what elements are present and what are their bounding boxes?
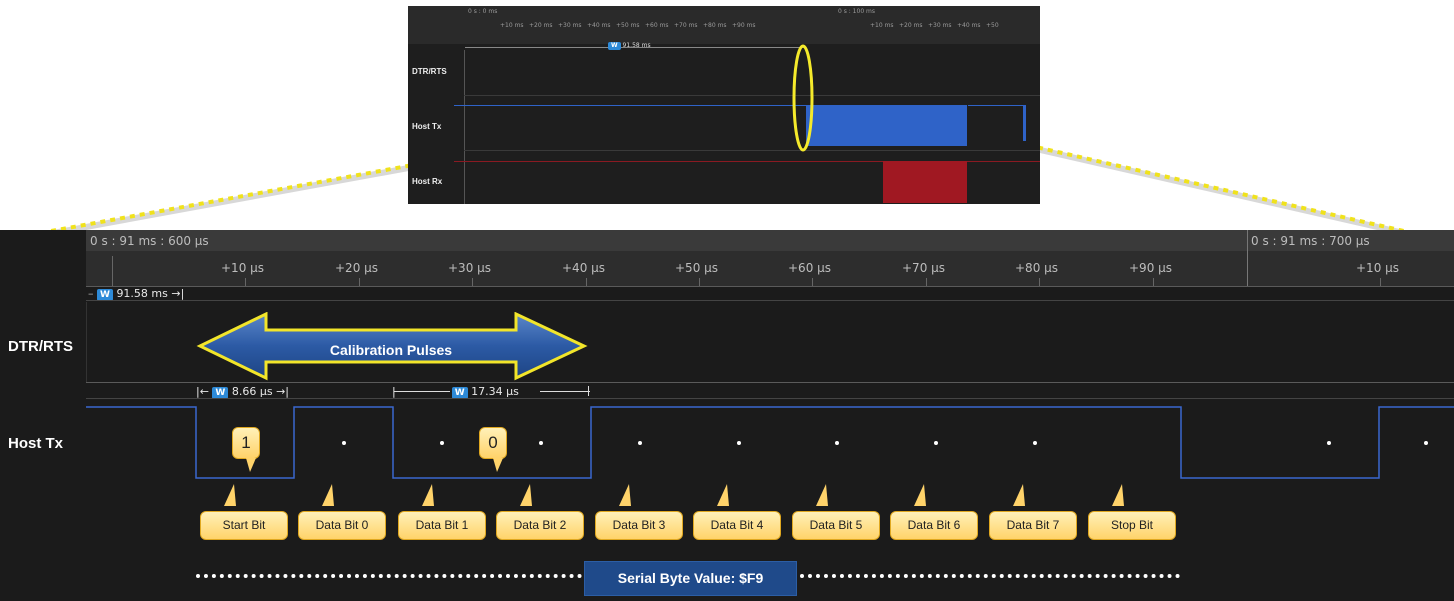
- byte-span-left: [196, 574, 582, 584]
- overview-tick-label: +30 ms: [558, 22, 582, 29]
- overview-tick-label: +10 ms: [500, 22, 524, 29]
- bit-label-callout: Data Bit 1: [398, 511, 486, 540]
- callout-pointer: [914, 484, 926, 506]
- bit-label-callout: Start Bit: [200, 511, 288, 540]
- overview-tick-label: +90 ms: [732, 22, 756, 29]
- overview-rx-burst: [883, 161, 967, 203]
- overview-tick-label: +40 ms: [587, 22, 611, 29]
- bit-label-callout: Data Bit 4: [693, 511, 781, 540]
- overview-tick-label: +70 ms: [674, 22, 698, 29]
- overview-tick-label: +30 ms: [928, 22, 952, 29]
- callout-pointer: [224, 484, 236, 506]
- bit-label-callout: Data Bit 5: [792, 511, 880, 540]
- callout-pointer: [1013, 484, 1025, 506]
- bit-label-callout: Data Bit 7: [989, 511, 1077, 540]
- sample-dot: [1033, 441, 1037, 445]
- overview-channel-dtr[interactable]: DTR/RTS: [412, 67, 447, 76]
- sample-dot: [638, 441, 642, 445]
- overview-tx-pulse: [1023, 105, 1026, 141]
- overview-time-right: 0 s : 100 ms: [838, 8, 876, 15]
- sample-dot: [1327, 441, 1331, 445]
- sample-dot: [440, 441, 444, 445]
- overview-tx-burst: [806, 105, 967, 146]
- w-badge: W: [608, 42, 621, 50]
- byte-value-label: Serial Byte Value: $F9: [584, 561, 797, 596]
- zoom-highlight-ellipse: [792, 44, 814, 152]
- overview-tx-idle: [968, 105, 1023, 106]
- overview-tick-label: +50: [986, 22, 999, 29]
- sample-dot: [737, 441, 741, 445]
- sample-dot: [934, 441, 938, 445]
- overview-measure-value: 91.58 ms: [622, 42, 651, 49]
- callout-pointer: [816, 484, 828, 506]
- callout-pointer: [619, 484, 631, 506]
- sample-dot: [1424, 441, 1428, 445]
- overview-tx-idle: [454, 105, 810, 106]
- overview-tick-label: +10 ms: [870, 22, 894, 29]
- callout-pointer: [493, 458, 503, 472]
- callout-pointer: [246, 458, 256, 472]
- zoomed-panel: 0 s : 91 ms : 600 μs 0 s : 91 ms : 700 μ…: [0, 230, 1454, 601]
- overview-tick-label: +40 ms: [957, 22, 981, 29]
- bit-value-callout: 1: [232, 427, 260, 459]
- overview-row-sep: [464, 150, 1040, 151]
- callout-pointer: [520, 484, 532, 506]
- bit-label-callout: Data Bit 2: [496, 511, 584, 540]
- bit-value-callout: 0: [479, 427, 507, 459]
- bit-label-callout: Data Bit 3: [595, 511, 683, 540]
- overview-channel-tx[interactable]: Host Tx: [412, 122, 441, 131]
- host-tx-waveform: [86, 406, 1454, 479]
- sample-dot: [835, 441, 839, 445]
- overview-tick-label: +80 ms: [703, 22, 727, 29]
- overview-tick-label: +20 ms: [899, 22, 923, 29]
- overview-row-sep: [464, 95, 1040, 96]
- overview-measure[interactable]: W 91.58 ms: [608, 42, 651, 50]
- callout-pointer: [1112, 484, 1124, 506]
- overview-channel-rx[interactable]: Host Rx: [412, 177, 442, 186]
- overview-panel: 0 s : 0 ms 0 s : 100 ms +10 ms +20 ms +30 …: [408, 6, 1040, 204]
- bit-label-callout: Stop Bit: [1088, 511, 1176, 540]
- overview-tick-label: +50 ms: [616, 22, 640, 29]
- callout-pointer: [717, 484, 729, 506]
- sample-dot: [342, 441, 346, 445]
- callout-pointer: [422, 484, 434, 506]
- overview-divider: [464, 50, 465, 204]
- overview-tick-label: +20 ms: [529, 22, 553, 29]
- overview-time-left: 0 s : 0 ms: [468, 8, 498, 15]
- bit-label-callout: Data Bit 6: [890, 511, 978, 540]
- overview-tick-label: +60 ms: [645, 22, 669, 29]
- sample-dot: [539, 441, 543, 445]
- bit-label-callout: Data Bit 0: [298, 511, 386, 540]
- byte-span-right: [800, 574, 1180, 584]
- callout-pointer: [322, 484, 334, 506]
